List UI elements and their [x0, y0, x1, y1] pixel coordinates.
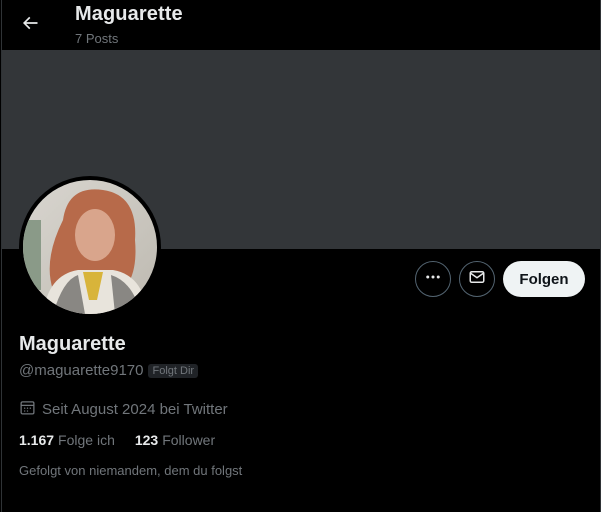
profile-handle: @maguarette9170: [19, 362, 144, 379]
followers-count: 123: [134, 432, 159, 448]
followers-label: Follower: [162, 432, 216, 448]
follow-button[interactable]: Folgen: [503, 261, 585, 297]
avatar[interactable]: [23, 180, 157, 314]
more-dots-icon: [424, 268, 442, 291]
joined-text: Seit August 2024 bei Twitter: [42, 401, 228, 418]
following-label: Folge ich: [58, 432, 115, 448]
avatar-border: [19, 176, 161, 318]
back-button[interactable]: [12, 7, 48, 43]
arrow-left-icon: [20, 13, 40, 38]
header-title: Maguarette: [75, 3, 183, 25]
followed-by-text: Gefolgt von niemandem, dem du folgst: [19, 463, 243, 478]
top-bar: Maguarette 7 Posts: [2, 0, 600, 50]
joined-date: Seit August 2024 bei Twitter: [19, 399, 228, 420]
following-link[interactable]: 1.167 Folge ich: [19, 432, 115, 448]
following-count: 1.167: [19, 432, 55, 448]
more-options-button[interactable]: [415, 261, 451, 297]
message-button[interactable]: [459, 261, 495, 297]
followers-link[interactable]: 123 Follower: [135, 432, 215, 448]
follows-you-badge: Folgt Dir: [148, 363, 199, 378]
profile-page: Maguarette 7 Posts Folgen Maguarette @ma…: [1, 0, 601, 512]
calendar-icon: [19, 399, 36, 420]
handle-row: @maguarette9170 Folgt Dir: [19, 362, 199, 379]
envelope-icon: [468, 268, 486, 291]
follow-stats: 1.167 Folge ich 123 Follower: [19, 432, 215, 448]
profile-display-name: Maguarette: [19, 333, 126, 355]
posts-count: 7 Posts: [75, 31, 119, 46]
